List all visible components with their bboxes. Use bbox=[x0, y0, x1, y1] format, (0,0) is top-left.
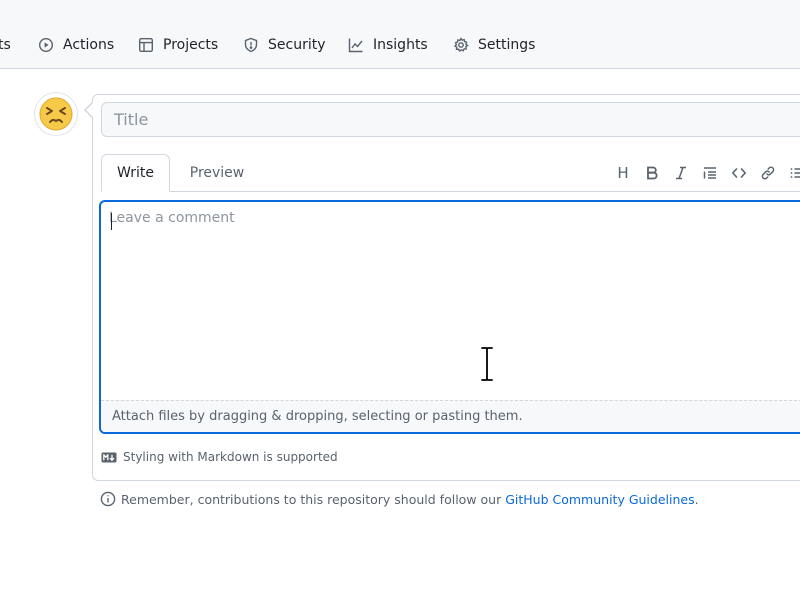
unordered-list-button[interactable] bbox=[786, 162, 800, 184]
info-icon bbox=[100, 491, 116, 507]
comment-editor: Attach files by dragging & dropping, sel… bbox=[99, 200, 800, 434]
nav-item-label: Security bbox=[268, 37, 326, 53]
tab-write-label: Write bbox=[117, 165, 154, 181]
bold-icon bbox=[647, 166, 658, 180]
italic-icon bbox=[676, 166, 686, 180]
tab-divider bbox=[170, 191, 800, 192]
nav-item-projects[interactable]: Projects bbox=[138, 33, 218, 57]
nav-item-label: Projects bbox=[163, 37, 219, 53]
bold-button[interactable] bbox=[641, 162, 663, 184]
markdown-icon bbox=[101, 452, 117, 462]
nav-item-label: Actions bbox=[63, 37, 115, 53]
link-button[interactable] bbox=[757, 162, 779, 184]
nav-item-security[interactable]: Security bbox=[243, 33, 326, 57]
play-icon bbox=[38, 37, 54, 53]
avatar[interactable] bbox=[34, 92, 78, 136]
guidelines-note: Remember, contributions to this reposito… bbox=[100, 489, 699, 509]
attach-files-text: Attach files by dragging & dropping, sel… bbox=[112, 409, 523, 424]
tab-write[interactable]: Write bbox=[101, 154, 170, 192]
tab-preview[interactable]: Preview bbox=[180, 154, 254, 192]
tab-preview-label: Preview bbox=[189, 165, 245, 181]
graph-icon bbox=[348, 38, 363, 53]
shield-icon bbox=[244, 37, 258, 53]
heading-icon: H bbox=[617, 164, 629, 182]
gear-icon bbox=[453, 37, 469, 53]
nav-item-label: ts bbox=[0, 37, 11, 53]
text-cursor-icon bbox=[480, 346, 494, 382]
heading-button[interactable]: H bbox=[612, 162, 634, 184]
nav-item-pull-requests[interactable]: ts bbox=[0, 33, 11, 57]
link-icon bbox=[761, 166, 775, 180]
comment-caret-fill bbox=[86, 103, 93, 117]
code-icon bbox=[731, 168, 746, 178]
file-attachment-area[interactable]: Attach files by dragging & dropping, sel… bbox=[101, 400, 800, 432]
markdown-support-note[interactable]: Styling with Markdown is supported bbox=[101, 448, 338, 466]
markdown-note-text: Styling with Markdown is supported bbox=[123, 450, 338, 464]
text-caret bbox=[111, 213, 112, 230]
italic-button[interactable] bbox=[670, 162, 692, 184]
quote-button[interactable] bbox=[699, 162, 721, 184]
nav-item-label: Insights bbox=[373, 37, 428, 53]
comment-textarea[interactable] bbox=[109, 210, 799, 390]
community-guidelines-link[interactable]: GitHub Community Guidelines bbox=[505, 492, 694, 507]
nav-item-label: Settings bbox=[478, 37, 536, 53]
table-icon bbox=[139, 38, 154, 53]
list-unordered-icon bbox=[790, 168, 800, 178]
nav-item-settings[interactable]: Settings bbox=[453, 33, 535, 57]
persevering-face-avatar-icon bbox=[39, 97, 73, 131]
nav-item-insights[interactable]: Insights bbox=[348, 33, 428, 57]
nav-item-actions[interactable]: Actions bbox=[38, 33, 114, 57]
guidelines-prefix: Remember, contributions to this reposito… bbox=[121, 491, 506, 507]
title-input[interactable] bbox=[101, 102, 800, 137]
code-button[interactable] bbox=[728, 162, 750, 184]
guidelines-suffix: . bbox=[694, 491, 699, 507]
quote-icon bbox=[703, 167, 716, 179]
repo-nav: ts Actions Projects Security Insights Se… bbox=[0, 0, 800, 69]
